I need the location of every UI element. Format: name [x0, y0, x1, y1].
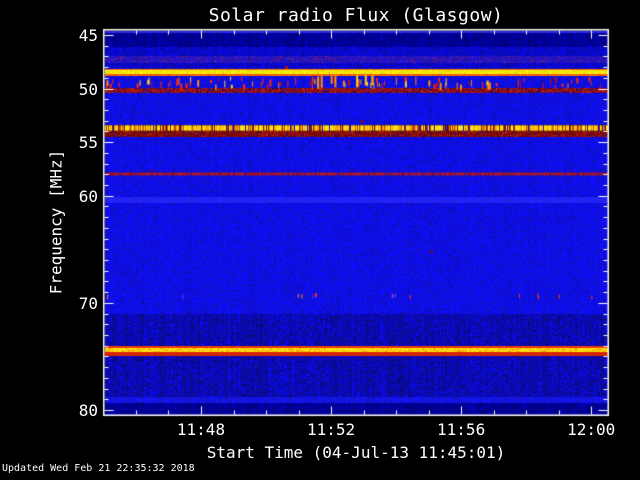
y-tick-label-50: 50: [78, 79, 98, 99]
y-tick-label-55: 55: [78, 133, 98, 153]
chart-title: Solar radio Flux (Glasgow): [208, 5, 504, 26]
x-axis-title: Start Time (04-Jul-13 11:45:01): [206, 443, 506, 462]
spectrogram-panel: Solar radio Flux (Glasgow) Frequency [MH…: [0, 0, 640, 480]
updated-timestamp: Updated Wed Feb 21 22:35:32 2018: [2, 463, 195, 474]
x-tick-label-1152: 11:52: [306, 420, 356, 439]
x-tick-label-1156: 11:56: [437, 420, 486, 439]
y-tick-label-70: 70: [78, 293, 98, 313]
y-tick-label-45: 45: [78, 26, 98, 45]
y-tick-label-80: 80: [78, 401, 98, 420]
y-axis-title: Frequency [MHz]: [46, 149, 66, 295]
y-tick-label-60: 60: [78, 186, 98, 206]
x-tick-label-1200: 12:00: [567, 420, 616, 439]
x-tick-label-1148: 11:48: [176, 420, 226, 439]
